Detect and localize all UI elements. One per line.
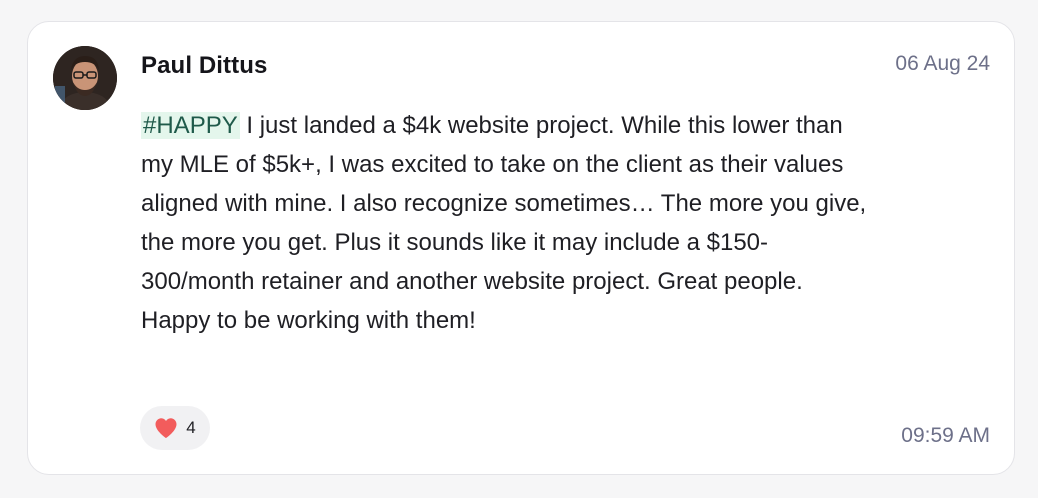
post-date: 06 Aug 24	[895, 52, 990, 75]
reaction-button[interactable]: 4	[140, 406, 210, 450]
heart-icon	[154, 417, 178, 439]
hashtag[interactable]: #HAPPY	[141, 112, 240, 139]
post-text: I just landed a $4k website project. Whi…	[141, 112, 867, 334]
post-body: #HAPPY I just landed a $4k website proje…	[141, 106, 876, 340]
avatar[interactable]	[53, 46, 117, 110]
post-card: Paul Dittus 06 Aug 24 #HAPPY I just land…	[27, 21, 1015, 475]
post-time: 09:59 AM	[901, 424, 990, 447]
avatar-image	[53, 46, 117, 110]
author-name[interactable]: Paul Dittus	[141, 52, 267, 80]
reaction-count: 4	[186, 418, 196, 437]
